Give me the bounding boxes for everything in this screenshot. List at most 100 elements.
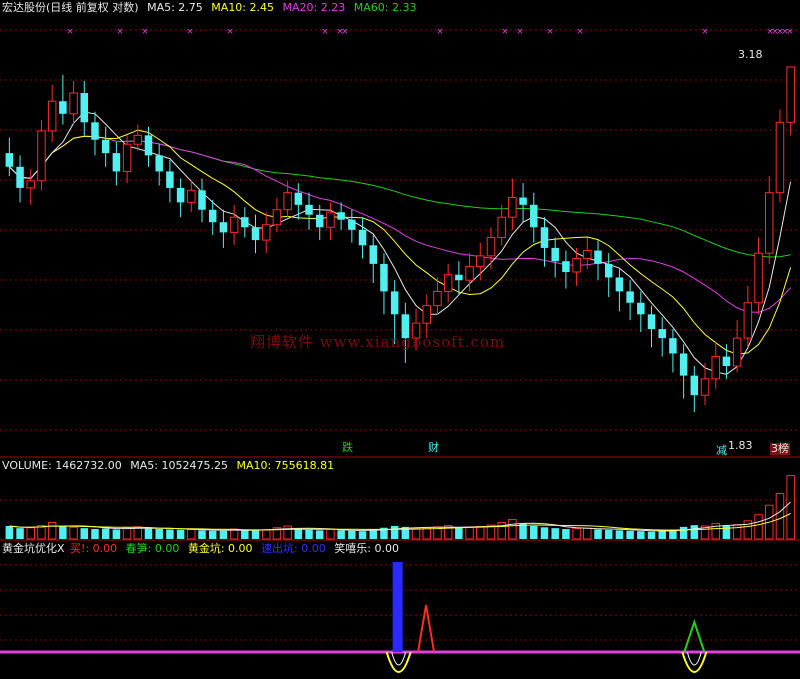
volume-bar-up [754,514,763,540]
volume-ma10-path [9,513,791,531]
candlesticks [5,66,795,413]
candle-body-up [422,305,432,324]
candle-body-down [219,222,228,233]
volume-header: VOLUME: 1462732.00 MA5: 1052475.25 MA10:… [2,459,339,472]
candle-body-up [786,66,795,123]
candle-body-down [337,212,345,220]
candle-body-up [26,180,36,189]
candle-body-down [144,135,153,156]
volume-bar-up [465,526,474,540]
volume-bar-down [626,530,634,539]
candle-body-up [443,274,453,292]
stock-name: 宏达股份(日线 前复权 对数) [2,1,139,14]
candle-body-up [283,192,292,211]
buy-value: 买!: 0.00 [70,542,118,555]
volume-bar-down [241,529,249,539]
volume-bar-down [647,531,656,539]
volume-bar-down [369,529,377,539]
volume-bar-down [348,530,356,539]
candle-body-down [604,263,613,278]
star-marker: × [116,27,124,37]
huangjinkeng-signal [385,651,412,673]
candle-body-up [229,216,239,233]
star-marker: × [546,27,554,37]
candle-body-up [433,290,442,307]
candle-body-up [508,197,517,218]
candle-body-down [305,204,313,215]
candle-body-down [112,153,121,172]
candle-body-up [187,189,196,203]
volume-bar-down [305,529,313,539]
candle-body-down [80,92,89,123]
candle-body-down [241,217,249,228]
candle-body-down [59,101,67,114]
candle-body-down [315,214,324,228]
candle-body-down [551,247,559,262]
candle-body-up [700,378,710,396]
indicator-signals [0,562,800,673]
candle-body-down [16,166,24,188]
volume-bar-down [358,531,367,539]
volume-bar-up [508,519,517,540]
volume-bar-up [476,525,485,540]
candle-body-down [647,314,656,330]
volume-bar-down [144,528,153,539]
candle-body-down [348,219,356,230]
star-marker: × [141,27,149,37]
marker-cai: 财 [428,441,439,454]
chunsun-value: 春笋: 0.00 [125,542,180,555]
volume-bar-down [251,530,260,539]
huangjinkeng-signal-inner [686,651,702,666]
candle-body-down [358,229,367,246]
volume-bar-down [594,529,602,539]
star-marker: × [701,27,709,37]
volume-bar-down [390,526,399,539]
volume-value: VOLUME: 1462732.00 [2,459,122,472]
candle-body-down [690,375,699,396]
huangjinkeng-signal-inner [391,651,407,666]
star-marker: × [341,27,349,37]
candle-body-down [562,261,570,273]
volume-bar-up [26,527,36,540]
candle-body-down [380,263,388,292]
volume-bar-down [337,530,345,539]
volume-bar-down [112,529,121,539]
volume-bar-up [775,493,785,540]
marker-jian: 减 [716,444,727,457]
volume-bar-down [166,529,174,539]
candle-body-up [572,258,581,273]
volume-bar-down [80,528,89,539]
candle-body-down [615,277,624,292]
volume-bar-down [315,530,324,539]
volume-bar-up [572,528,581,540]
candle-body-down [294,192,303,205]
candle-body-up [743,302,753,339]
candle-body-down [679,353,688,376]
ma5-value: MA5: 2.75 [147,1,203,14]
volume-bar-down [658,531,666,539]
price-header: 宏达股份(日线 前复权 对数) MA5: 2.75 MA10: 2.45 MA2… [2,1,421,14]
volume-bar-up [283,525,292,540]
candle-body-down [626,291,634,303]
indicator-header: 黄金坑优化X 买!: 0.00 春笋: 0.00 黄金坑: 0.00 速出坑: … [2,542,404,555]
candle-body-down [390,291,399,315]
marker-bang: 3榜 [770,442,790,455]
marker-die: 跌 [342,441,353,454]
xiluole-value: 笑嘻乐: 0.00 [334,542,399,555]
star-marker: × [786,27,794,37]
candle-body-down [369,245,377,264]
volume-bar-up [122,527,132,540]
candle-body-up [133,134,143,145]
chunsun-signal [683,618,706,653]
candle-body-up [476,255,485,268]
volume-bar-down [530,526,538,539]
volume-bar-down [540,527,549,539]
volume-bar-up [411,528,421,540]
candle-body-up [732,337,742,367]
volume-bar-down [690,525,699,539]
star-marker: × [186,27,194,37]
candle-body-up [326,211,335,228]
candle-body-down [594,250,602,264]
volume-bar-down [562,529,570,539]
candle-body-down [101,139,110,154]
